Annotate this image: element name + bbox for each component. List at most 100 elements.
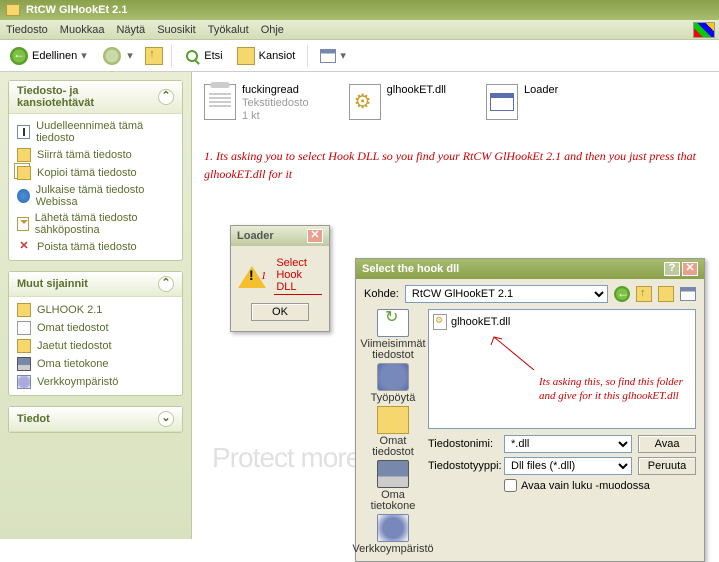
task-email[interactable]: Lähetä tämä tiedosto sähköpostina — [17, 210, 174, 238]
menu-help[interactable]: Ohje — [261, 24, 284, 36]
menu-view[interactable]: Näytä — [116, 24, 145, 36]
place-computer[interactable]: Oma tietokone — [17, 355, 174, 373]
titlebar: RtCW GlHookEt 2.1 — [0, 0, 719, 20]
up-button[interactable] — [145, 47, 163, 65]
filetype-label: Tiedostotyyppi: — [428, 460, 498, 472]
file-size: 1 kt — [242, 110, 309, 123]
forward-button[interactable] — [103, 47, 121, 65]
dialog-title: Loader — [237, 230, 274, 242]
file-item[interactable]: Loader — [486, 84, 558, 123]
views-button[interactable]: ▾ — [316, 47, 356, 65]
loader-dialog: Loader ✕ 1 Select Hook DLL OK — [230, 225, 330, 332]
task-label: Uudelleennimeä tämä tiedosto — [36, 120, 174, 144]
search-button[interactable]: Etsi — [180, 46, 226, 66]
annotation-text: Its asking this, so find this folder and… — [539, 375, 699, 403]
mail-icon — [17, 217, 29, 231]
collapse-icon[interactable]: ⌃ — [158, 276, 174, 292]
dialog-titlebar[interactable]: Loader ✕ — [231, 226, 329, 246]
search-icon — [186, 50, 198, 62]
nav-back-icon[interactable] — [614, 286, 630, 302]
lookin-label: Kohde: — [364, 288, 399, 300]
file-item[interactable]: fuckingread Tekstitiedosto 1 kt — [204, 84, 309, 123]
annotation-text: 1. Its asking you to select Hook DLL so … — [204, 147, 707, 183]
place-desktop[interactable]: Työpöytä — [371, 363, 416, 404]
back-button[interactable]: Edellinen ▾ — [6, 45, 97, 67]
filename-input[interactable]: *.dll — [504, 435, 632, 453]
panel-header[interactable]: Tiedosto- ja kansiotehtävät ⌃ — [9, 81, 182, 114]
place-network[interactable]: Verkkoympäristö — [17, 373, 174, 391]
place-mydocs[interactable]: Omat tiedostot — [364, 406, 422, 458]
folders-button[interactable]: Kansiot — [233, 45, 300, 67]
web-icon — [17, 189, 30, 203]
chevron-down-icon: ▾ — [340, 49, 352, 62]
menu-tools[interactable]: Työkalut — [208, 24, 249, 36]
collapse-icon[interactable]: ⌃ — [158, 89, 174, 105]
task-label: Siirrä tämä tiedosto — [37, 149, 132, 161]
place-network[interactable]: Verkkoympäristö — [352, 514, 433, 555]
ok-button[interactable]: OK — [251, 303, 309, 321]
readonly-checkbox[interactable] — [504, 479, 517, 492]
chevron-down-icon[interactable]: ▾ — [81, 49, 93, 62]
panel-header[interactable]: Tiedot ⌄ — [9, 407, 182, 432]
folders-icon — [237, 47, 255, 65]
lookin-select[interactable]: RtCW GlHookET 2.1 — [405, 285, 608, 303]
panel-title: Muut sijainnit — [17, 278, 88, 290]
rename-icon — [17, 125, 30, 139]
new-folder-icon[interactable] — [658, 286, 674, 302]
chevron-down-icon[interactable]: ▾ — [127, 49, 139, 62]
task-delete[interactable]: ✕Poista tämä tiedosto — [17, 238, 174, 256]
place-label: Jaetut tiedostot — [37, 340, 112, 352]
network-icon — [377, 514, 409, 542]
place-label: GLHOOK 2.1 — [37, 304, 102, 316]
copy-icon — [17, 166, 31, 180]
task-label: Lähetä tämä tiedosto sähköpostina — [35, 212, 174, 236]
place-recent[interactable]: Viimeisimmät tiedostot — [360, 309, 425, 361]
panel-title: Tiedosto- ja kansiotehtävät — [17, 85, 158, 109]
menu-file[interactable]: Tiedosto — [6, 24, 48, 36]
folders-label: Kansiot — [259, 50, 296, 62]
close-button[interactable]: ✕ — [307, 229, 323, 243]
file-item[interactable]: glhookET.dll — [349, 84, 446, 123]
place-label: Omat tiedostot — [37, 322, 109, 334]
exe-file-icon — [486, 84, 518, 120]
computer-icon — [377, 460, 409, 488]
dialog-title: Select the hook dll — [362, 263, 459, 275]
file-list: fuckingread Tekstitiedosto 1 kt glhookET… — [204, 84, 707, 123]
file-listbox[interactable]: glhookET.dll Its asking this, so find th… — [428, 309, 696, 429]
filetype-select[interactable]: Dll files (*.dll) — [504, 457, 632, 475]
task-publish[interactable]: Julkaise tämä tiedosto Webissa — [17, 182, 174, 210]
delete-icon: ✕ — [17, 240, 31, 254]
place-mycomputer[interactable]: Oma tietokone — [364, 460, 422, 512]
views-icon[interactable] — [680, 287, 696, 301]
nav-up-icon[interactable] — [636, 286, 652, 302]
file-name: glhookET.dll — [387, 84, 446, 97]
select-hook-dll-link[interactable]: Select Hook DLL — [274, 256, 322, 295]
recent-icon — [377, 309, 409, 337]
panel-header[interactable]: Muut sijainnit ⌃ — [9, 272, 182, 297]
place-shared[interactable]: Jaetut tiedostot — [17, 337, 174, 355]
close-button[interactable]: ✕ — [682, 262, 698, 276]
place-label: Verkkoympäristö — [352, 543, 433, 555]
place-glhook[interactable]: GLHOOK 2.1 — [17, 301, 174, 319]
list-item[interactable]: glhookET.dll — [433, 314, 691, 330]
readonly-label: Avaa vain luku -muodossa — [521, 480, 650, 492]
folder-icon — [17, 303, 31, 317]
desktop-icon — [377, 363, 409, 391]
network-icon — [17, 375, 31, 389]
open-button[interactable]: Avaa — [638, 435, 696, 453]
task-move[interactable]: Siirrä tämä tiedosto — [17, 146, 174, 164]
help-button[interactable]: ? — [664, 262, 680, 276]
place-docs[interactable]: Omat tiedostot — [17, 319, 174, 337]
place-label: Viimeisimmät tiedostot — [360, 338, 425, 361]
docs-icon — [17, 321, 31, 335]
cancel-button[interactable]: Peruuta — [638, 457, 696, 475]
dialog-titlebar[interactable]: Select the hook dll ? ✕ — [356, 259, 704, 279]
folder-icon — [6, 4, 20, 16]
expand-icon[interactable]: ⌄ — [158, 411, 174, 427]
menu-favorites[interactable]: Suosikit — [157, 24, 196, 36]
task-rename[interactable]: Uudelleennimeä tämä tiedosto — [17, 118, 174, 146]
task-copy[interactable]: Kopioi tämä tiedosto — [17, 164, 174, 182]
warning-icon — [238, 264, 253, 288]
menu-edit[interactable]: Muokkaa — [60, 24, 105, 36]
place-label: Omat tiedostot — [372, 435, 414, 458]
